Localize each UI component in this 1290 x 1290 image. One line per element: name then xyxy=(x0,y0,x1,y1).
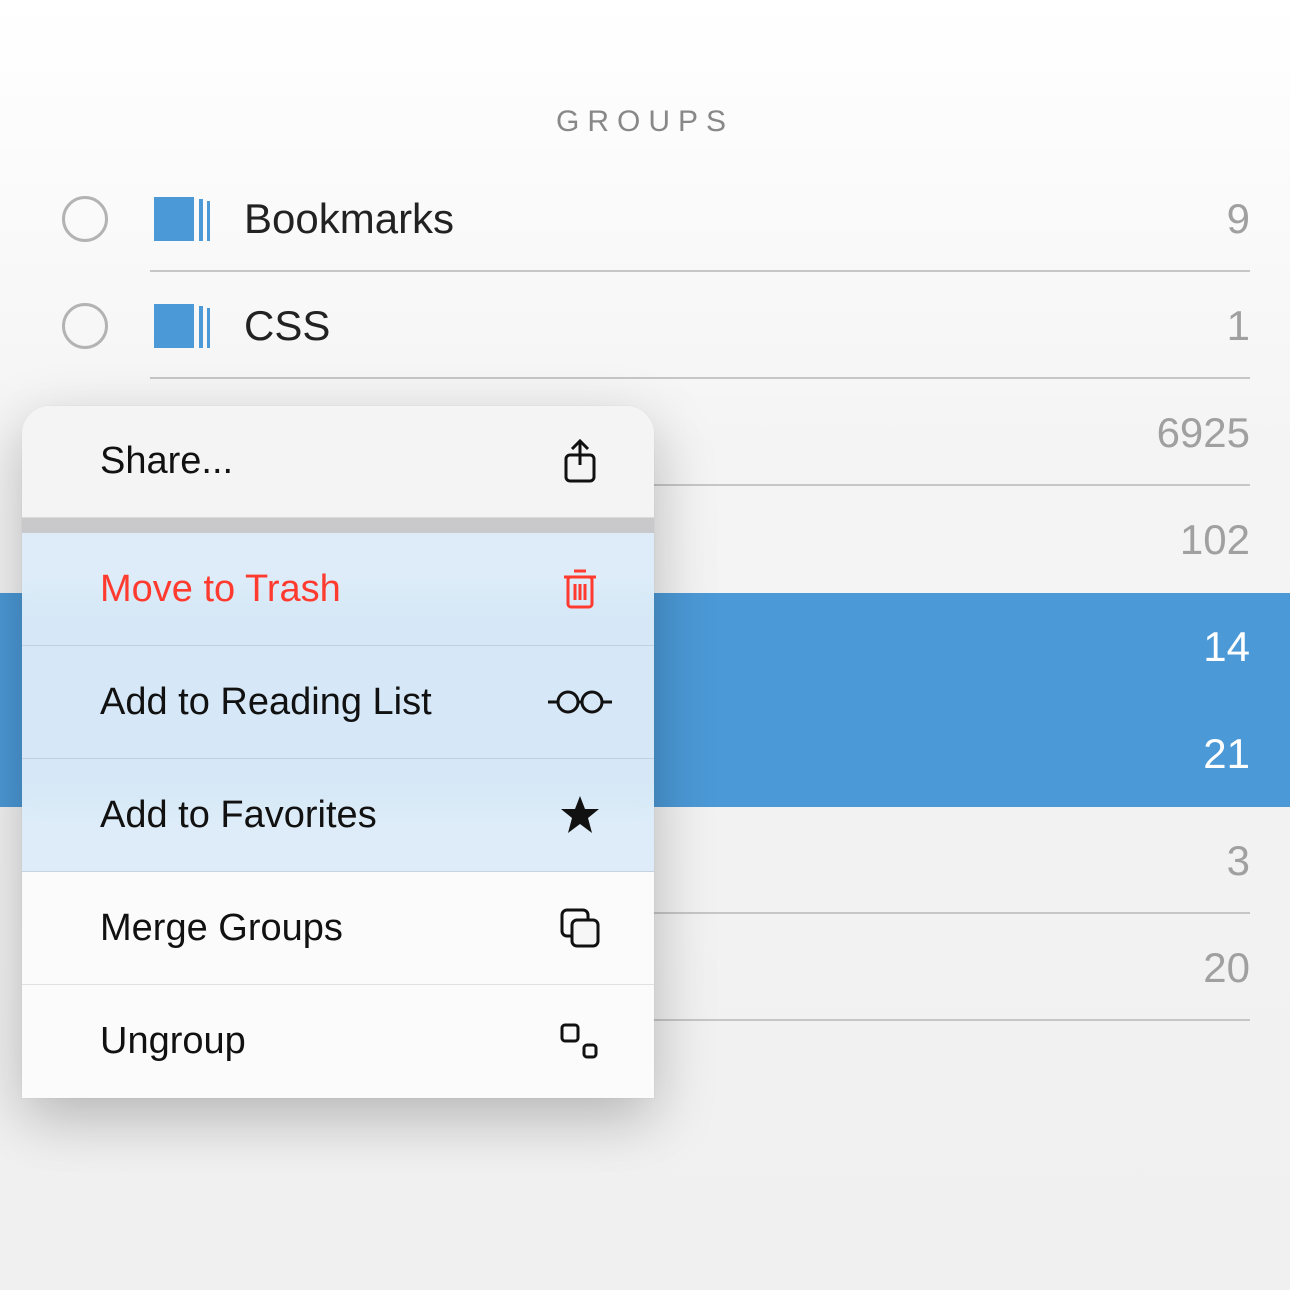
menu-separator xyxy=(22,518,654,533)
merge-icon xyxy=(556,907,604,949)
menu-item-label: Share... xyxy=(100,440,233,483)
group-count: 9 xyxy=(1227,195,1250,243)
group-count: 102 xyxy=(1180,516,1250,564)
section-header-title: GROUPS xyxy=(556,105,734,138)
group-count: 20 xyxy=(1203,944,1250,992)
menu-item-ungroup[interactable]: Ungroup xyxy=(22,985,654,1098)
group-count: 1 xyxy=(1227,302,1250,350)
share-icon xyxy=(556,439,604,485)
group-count: 3 xyxy=(1227,837,1250,885)
selection-radio[interactable] xyxy=(62,196,108,242)
trash-icon xyxy=(556,567,604,611)
menu-item-share[interactable]: Share... xyxy=(22,406,654,518)
glasses-icon xyxy=(556,690,604,714)
menu-item-label: Add to Reading List xyxy=(100,681,432,724)
menu-item-reading-list[interactable]: Add to Reading List xyxy=(22,646,654,759)
group-name: Bookmarks xyxy=(244,195,1227,243)
section-header: GROUPS xyxy=(0,0,1290,139)
folder-icon xyxy=(154,300,216,352)
menu-item-label: Ungroup xyxy=(100,1020,246,1063)
group-count: 14 xyxy=(1203,623,1250,671)
group-row[interactable]: CSS 1 xyxy=(0,272,1290,379)
menu-item-label: Merge Groups xyxy=(100,907,343,950)
menu-item-trash[interactable]: Move to Trash xyxy=(22,533,654,646)
ungroup-icon xyxy=(556,1023,604,1061)
menu-item-merge[interactable]: Merge Groups xyxy=(22,872,654,985)
menu-item-favorites[interactable]: Add to Favorites xyxy=(22,759,654,872)
group-row[interactable]: Bookmarks 9 xyxy=(0,165,1290,272)
menu-item-label: Move to Trash xyxy=(100,568,341,611)
group-count: 21 xyxy=(1203,730,1250,778)
folder-icon xyxy=(154,193,216,245)
group-name: CSS xyxy=(244,302,1227,350)
star-icon xyxy=(556,795,604,835)
group-count: 6925 xyxy=(1157,409,1250,457)
menu-item-label: Add to Favorites xyxy=(100,794,377,837)
selection-radio[interactable] xyxy=(62,303,108,349)
context-menu: Share... Move to Trash Add to Reading Li… xyxy=(22,406,654,1098)
